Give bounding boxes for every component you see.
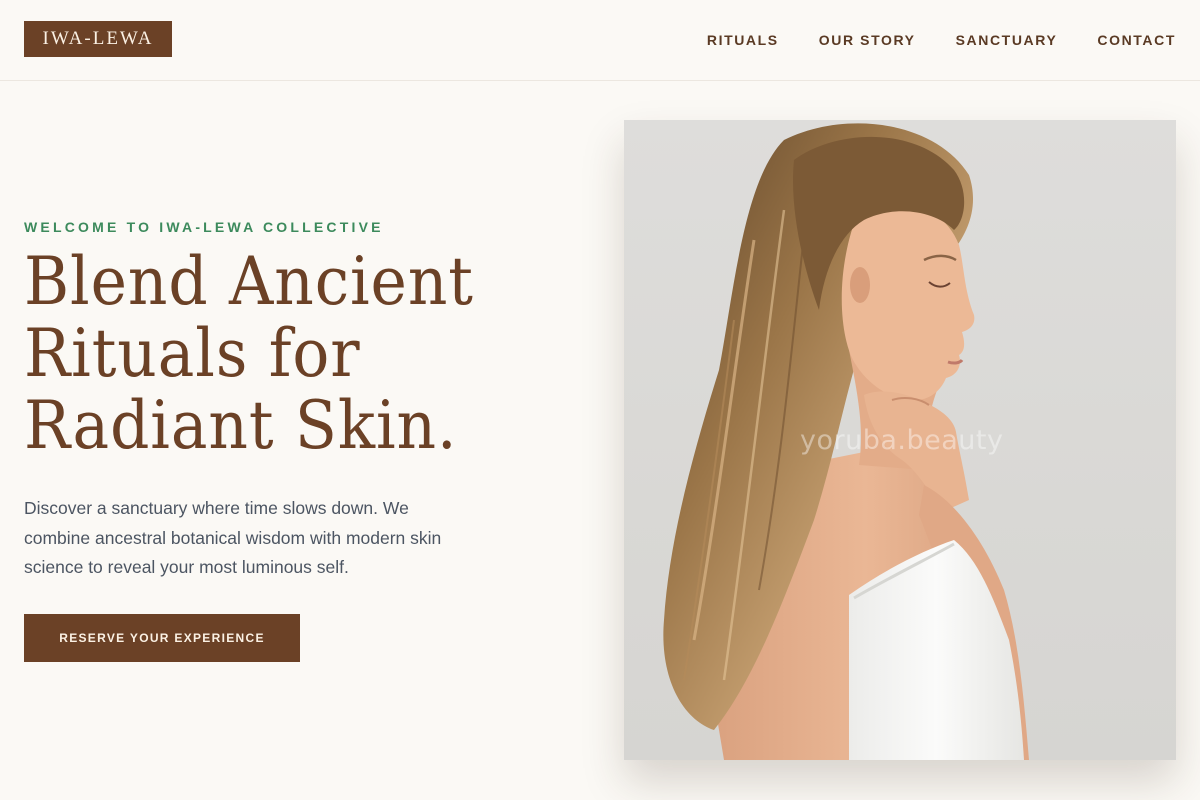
- image-watermark: yoruba.beauty: [800, 425, 1004, 456]
- main-nav: RITUALS OUR STORY SANCTUARY CONTACT: [667, 32, 1176, 48]
- headline-line: Rituals for: [24, 315, 361, 392]
- site-header: IWA-LEWA RITUALS OUR STORY SANCTUARY CON…: [0, 0, 1200, 81]
- headline-line: Blend Ancient: [24, 243, 474, 320]
- hero-image: yoruba.beauty: [624, 120, 1176, 760]
- headline-line: Radiant Skin.: [24, 387, 458, 464]
- nav-link-rituals[interactable]: RITUALS: [707, 32, 779, 48]
- nav-link-contact[interactable]: CONTACT: [1097, 32, 1176, 48]
- nav-link-our-story[interactable]: OUR STORY: [819, 32, 916, 48]
- hero-eyebrow: WELCOME TO IWA-LEWA COLLECTIVE: [24, 219, 384, 235]
- nav-link-sanctuary[interactable]: SANCTUARY: [956, 32, 1058, 48]
- hero-description: Discover a sanctuary where time slows do…: [24, 498, 442, 577]
- brand-logo[interactable]: IWA-LEWA: [24, 21, 172, 57]
- hero-headline: Blend Ancient Rituals for Radiant Skin.: [24, 246, 545, 462]
- reserve-experience-button[interactable]: RESERVE YOUR EXPERIENCE: [24, 614, 300, 662]
